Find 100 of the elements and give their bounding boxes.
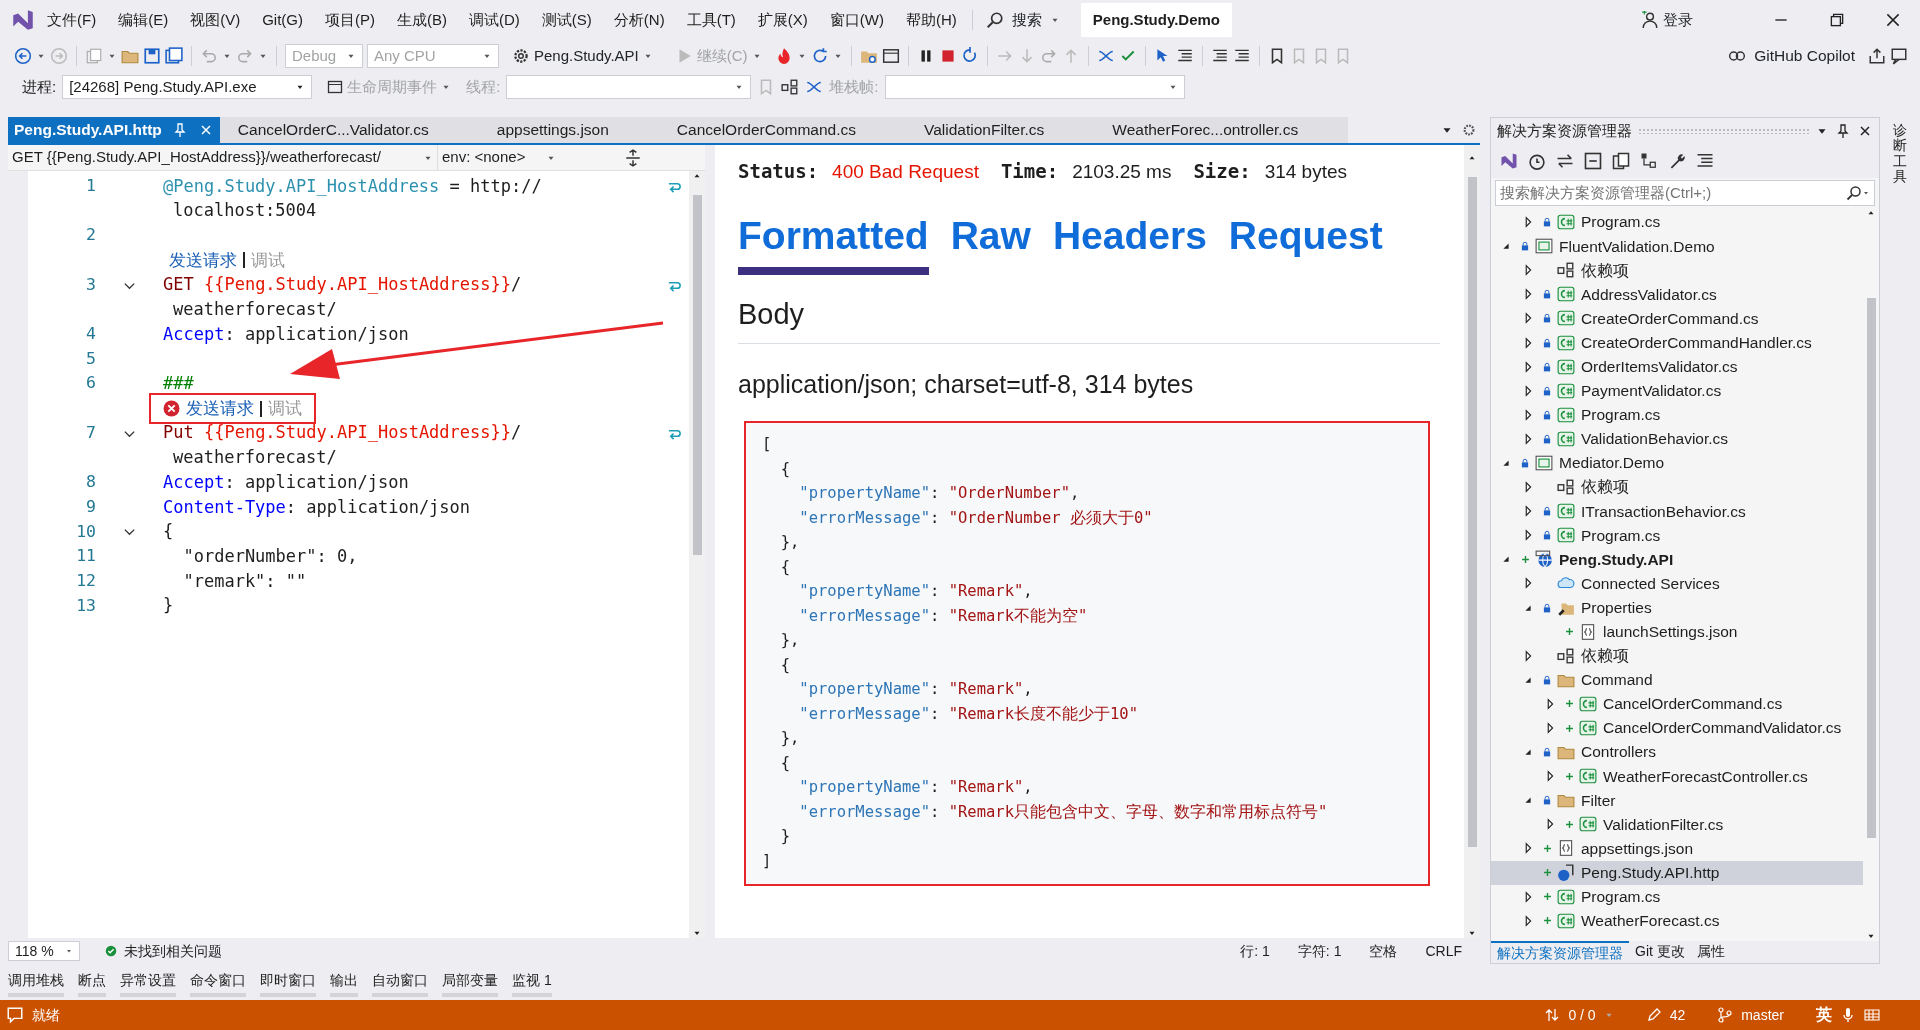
tree-item[interactable]: 依赖项	[1491, 643, 1863, 668]
tree-item[interactable]: Program.cs	[1491, 884, 1863, 909]
document-tab[interactable]: ValidationFilter.cs	[906, 117, 1095, 143]
menu-item[interactable]: 测试(S)	[530, 8, 603, 32]
menu-item[interactable]: 文件(F)	[36, 8, 108, 32]
indent-mode[interactable]: 空格	[1369, 940, 1398, 962]
branch-icon[interactable]	[1717, 1007, 1734, 1023]
zoom-dropdown[interactable]: 118 %	[8, 941, 80, 961]
response-tab[interactable]: Request	[1228, 206, 1383, 275]
tree-item[interactable]: Properties	[1491, 595, 1863, 620]
tree-item[interactable]: Connected Services	[1491, 571, 1863, 596]
tree-item[interactable]: ITransactionBehavior.cs	[1491, 499, 1863, 524]
issues-status[interactable]: 未找到相关问题	[124, 940, 222, 962]
ime-mode[interactable]: 英	[1816, 1003, 1832, 1027]
share-icon[interactable]	[1868, 47, 1886, 65]
restore-icon[interactable]	[1828, 11, 1846, 29]
edits-count[interactable]: 42	[1669, 1004, 1686, 1026]
menu-item[interactable]: 编辑(E)	[107, 8, 180, 32]
tree-item[interactable]: AddressValidator.cs	[1491, 282, 1863, 307]
tree-item[interactable]: Program.cs	[1491, 523, 1863, 548]
sign-in-button[interactable]: 登录	[1632, 3, 1702, 37]
pin-icon[interactable]	[1835, 123, 1851, 139]
response-tab[interactable]: Headers	[1052, 206, 1207, 275]
save-icon[interactable]	[143, 47, 161, 65]
tree-item[interactable]: CancelOrderCommandValidator.cs	[1491, 715, 1863, 741]
feedback-icon[interactable]	[1890, 47, 1908, 65]
document-tab[interactable]: appsettings.json	[478, 117, 659, 143]
panel-tab[interactable]: Git 更改	[1629, 941, 1691, 963]
keyboard-icon[interactable]	[1864, 1007, 1880, 1023]
save-all-icon[interactable]	[165, 47, 183, 65]
response-tab[interactable]: Raw	[950, 206, 1031, 275]
menu-item[interactable]: 工具(T)	[675, 8, 747, 32]
pencil-icon[interactable]	[1645, 1007, 1662, 1023]
scrollbar-thumb[interactable]	[1467, 177, 1477, 847]
tree-item[interactable]: PaymentValidator.cs	[1491, 378, 1863, 403]
process-dropdown[interactable]: [24268] Peng.Study.API.exe	[62, 75, 313, 99]
tree-item[interactable]: FluentValidation.Demo	[1491, 234, 1863, 259]
pages-icon[interactable]	[1611, 151, 1631, 171]
settings-icon[interactable]	[1462, 123, 1476, 137]
menu-item[interactable]: 项目(P)	[314, 8, 386, 32]
collapse-all-icon[interactable]	[1583, 151, 1603, 171]
tree-item[interactable]: CancelOrderCommand.cs	[1491, 691, 1863, 716]
document-tab[interactable]: CancelOrderCommand.cs	[658, 117, 906, 143]
document-tab[interactable]: CancelOrderC...Validator.cs	[219, 117, 479, 143]
side-tab[interactable]: 诊断工具	[1893, 123, 1907, 964]
tree-item[interactable]: ValidationBehavior.cs	[1491, 426, 1863, 451]
sync-arrows-icon[interactable]	[1544, 1007, 1561, 1023]
panel-tab[interactable]: 属性	[1690, 941, 1731, 963]
scrollbar-thumb[interactable]	[1866, 298, 1876, 838]
copilot-button[interactable]: GitHub Copilot	[1719, 43, 1864, 69]
environment-selector[interactable]: env: <none>	[438, 145, 560, 170]
menu-item[interactable]: 生成(B)	[386, 8, 458, 32]
split-icon[interactable]	[623, 148, 642, 167]
request-selector[interactable]: GET {{Peng.Study.API_HostAddress}}/weatherforecast/	[8, 145, 438, 170]
menu-item[interactable]: 扩展(X)	[746, 8, 819, 32]
tree-item[interactable]: CreateOrderCommandHandler.cs	[1491, 330, 1863, 355]
menu-item[interactable]: 帮助(H)	[894, 8, 968, 32]
menu-item[interactable]: Git(G)	[251, 8, 314, 32]
restart-icon[interactable]	[960, 47, 979, 65]
send-request-link[interactable]: 发送请求	[186, 396, 254, 421]
tree-item[interactable]: Program.cs	[1491, 210, 1863, 235]
search-field[interactable]: 搜索解决方案资源管理器(Ctrl+;)	[1495, 180, 1875, 206]
threads-icon[interactable]	[781, 78, 800, 96]
tree-item[interactable]: Peng.Study.API.http	[1491, 860, 1863, 885]
send-request-link[interactable]: 发送请求	[169, 248, 237, 273]
changes-count[interactable]: 0 / 0	[1568, 1004, 1596, 1026]
tree-item[interactable]: Peng.Study.API	[1491, 547, 1863, 572]
tree-item[interactable]: Command	[1491, 667, 1863, 692]
tree-item[interactable]: ValidationFilter.cs	[1491, 812, 1863, 837]
startup-project-button[interactable]: Peng.Study.API	[503, 43, 662, 69]
tree-item[interactable]: launchSettings.json	[1491, 619, 1863, 644]
char-position[interactable]: 字符: 1	[1297, 940, 1342, 962]
scrollbar-thumb[interactable]	[692, 195, 702, 555]
menu-item[interactable]: 调试(D)	[458, 8, 531, 32]
tree-item[interactable]: appsettings.json	[1491, 836, 1863, 861]
tree-item[interactable]: OrderItemsValidator.cs	[1491, 354, 1863, 379]
tree-item[interactable]: Controllers	[1491, 740, 1863, 765]
branch-name[interactable]: master	[1741, 1004, 1784, 1026]
back-icon[interactable]	[14, 47, 32, 65]
tree-view-icon[interactable]	[1639, 151, 1659, 171]
document-tab[interactable]: WeatherForec...ontroller.cs	[1094, 117, 1349, 143]
menu-item[interactable]: 窗口(W)	[818, 8, 895, 32]
response-tab[interactable]: Formatted	[738, 206, 929, 275]
line-ending[interactable]: CRLF	[1425, 940, 1462, 962]
menu-item[interactable]: 视图(V)	[179, 8, 252, 32]
tree-item[interactable]: Mediator.Demo	[1491, 450, 1863, 476]
close-icon[interactable]	[1884, 11, 1902, 29]
browser-icon[interactable]	[881, 47, 900, 65]
tree-item[interactable]: 依赖项	[1491, 258, 1863, 283]
tree-item[interactable]: Program.cs	[1491, 402, 1863, 427]
tree-item[interactable]: 依赖项	[1491, 475, 1863, 500]
menu-item[interactable]: 分析(N)	[602, 8, 676, 32]
line-position[interactable]: 行: 1	[1240, 940, 1270, 962]
tree-item[interactable]: Filter	[1491, 788, 1863, 813]
microphone-icon[interactable]	[1840, 1007, 1856, 1023]
tree-item[interactable]: CreateOrderCommand.cs	[1491, 306, 1863, 331]
search-button[interactable]: 搜索	[976, 3, 1069, 37]
tree-item[interactable]: WeatherForecastController.cs	[1491, 764, 1863, 789]
panel-tab[interactable]: 解决方案资源管理器	[1491, 941, 1629, 963]
notification-icon[interactable]	[6, 1006, 24, 1024]
